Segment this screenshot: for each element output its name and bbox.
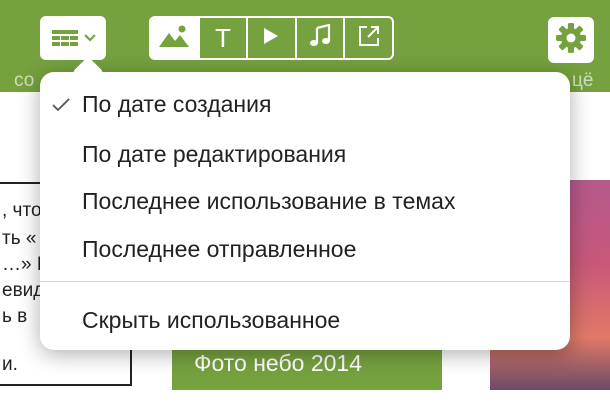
card-text-line: , что — [2, 200, 42, 221]
card-text-line: и. — [2, 354, 18, 375]
hide-used-option[interactable]: Скрыть использованное — [82, 307, 340, 334]
image-icon — [157, 23, 191, 54]
sort-by-edited-option[interactable]: По дате редактирования — [82, 141, 346, 168]
checkmark-icon — [52, 98, 70, 117]
card-text-line: ть « — [2, 228, 37, 249]
sort-menu: По дате создания По дате редактирования … — [40, 56, 570, 350]
sort-by-last-sent-option[interactable]: Последнее отправленное — [82, 236, 356, 263]
card-text-line: евид — [2, 280, 45, 301]
content-type-filter: T — [149, 16, 394, 60]
filter-video-button[interactable] — [246, 18, 295, 58]
filter-link-button[interactable] — [343, 18, 392, 58]
sort-by-created-option[interactable]: По дате создания — [82, 91, 271, 118]
menu-divider — [40, 281, 570, 282]
filter-text-button[interactable]: T — [197, 18, 247, 58]
card-text-line: ь в — [2, 306, 28, 327]
music-note-icon — [309, 23, 331, 53]
gear-icon — [555, 22, 587, 59]
text-icon: T — [214, 22, 231, 53]
toolbar-right-label: цё — [572, 70, 594, 91]
view-mode-button[interactable] — [40, 16, 106, 60]
filter-image-button[interactable] — [151, 18, 198, 58]
filter-audio-button[interactable] — [294, 18, 344, 58]
settings-button[interactable] — [548, 17, 594, 63]
external-link-icon — [357, 24, 381, 53]
play-icon — [262, 26, 280, 51]
toolbar-left-label: со — [14, 70, 35, 91]
photo-title: Фото небо 2014 — [194, 350, 362, 376]
sort-by-last-used-in-themes-option[interactable]: Последнее использование в темах — [82, 188, 455, 215]
